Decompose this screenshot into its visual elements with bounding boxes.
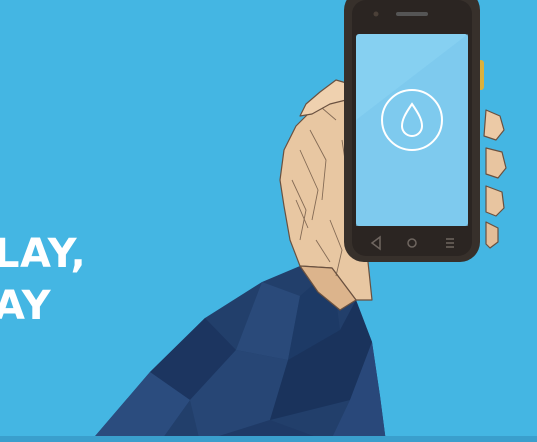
bottom-strip	[0, 436, 537, 442]
promo-banner: LAY, AY	[0, 0, 537, 442]
hand-holding-phone-illustration	[90, 0, 507, 442]
smartphone	[344, 0, 484, 262]
